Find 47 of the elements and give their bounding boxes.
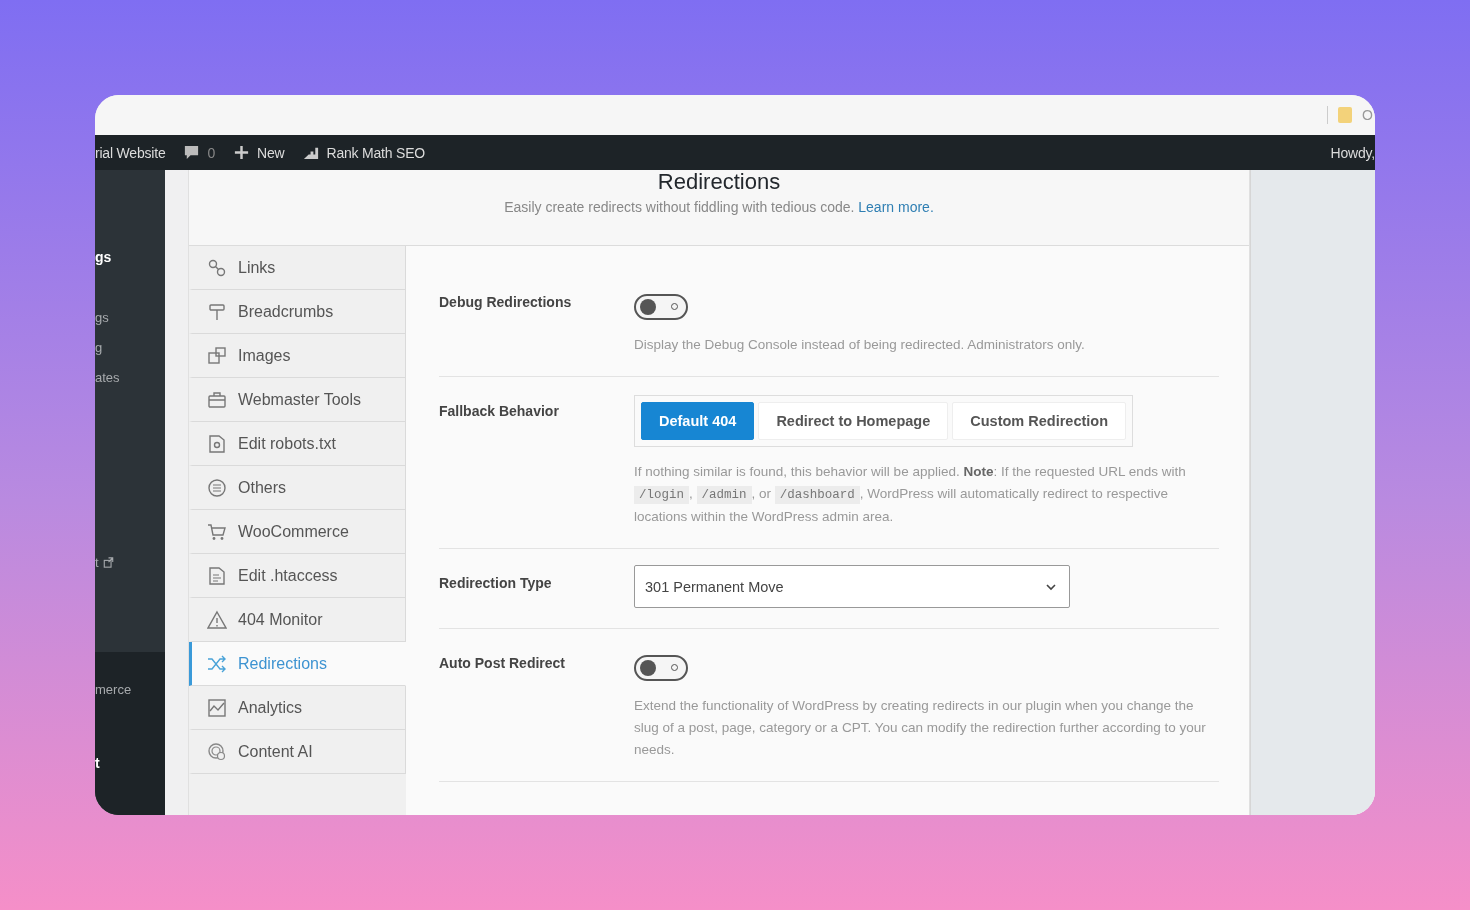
images-icon [207, 345, 227, 366]
learn-more-link[interactable]: Learn more. [858, 199, 934, 215]
toggle-switch[interactable] [634, 655, 688, 681]
warning-icon [207, 609, 227, 630]
setting-label: Redirection Type [439, 575, 553, 593]
cart-icon [207, 521, 227, 542]
select-dropdown[interactable]: 301 Permanent Move [634, 565, 1070, 608]
admin-menu-item[interactable]: ates [95, 362, 165, 392]
toggle-switch[interactable] [634, 294, 688, 320]
admin-menu-item[interactable]: t [95, 547, 165, 577]
option-button[interactable]: Default 404 [641, 402, 755, 440]
option-button[interactable]: Redirect to Homepage [758, 402, 949, 440]
admin-bar-label[interactable]: Rank Math SEO [326, 144, 426, 161]
admin-menu-item[interactable]: g [95, 332, 165, 362]
admin-menu-item[interactable]: gs [95, 302, 165, 332]
external-link-icon [102, 556, 114, 568]
analytics-icon [207, 697, 227, 718]
settings-tab[interactable]: Analytics [189, 686, 406, 730]
setting-label: Debug Redirections [439, 294, 573, 312]
signpost-icon [207, 301, 227, 322]
link-icon [207, 257, 227, 278]
admin-menu-item[interactable]: t [95, 748, 165, 778]
admin-menu-item[interactable]: gs [95, 242, 165, 272]
site-name[interactable]: rial Website [95, 144, 166, 161]
page-subtitle: Easily create redirects without fiddling with tedious code. Learn more. [504, 199, 934, 215]
setting-label: Auto Post Redirect [439, 655, 566, 673]
comment-count[interactable]: 0 [207, 144, 216, 161]
settings-tab[interactable]: Webmaster Tools [189, 378, 406, 422]
settings-tab[interactable]: Edit .htaccess [189, 554, 406, 598]
setting-description: Display the Debug Console instead of being redirected. Administrators only. [634, 336, 1086, 354]
shuffle-icon [207, 653, 227, 674]
admin-bar-label[interactable]: New [257, 144, 285, 161]
document-icon [207, 565, 227, 586]
greeting-text[interactable]: Howdy, [1330, 144, 1375, 161]
comment-icon [183, 144, 201, 161]
admin-menu-item[interactable]: merce [95, 674, 165, 704]
setting-label: Fallback Behavior [439, 403, 560, 421]
plus-icon [233, 144, 251, 161]
setting-description: If nothing similar is found, this behavior will be applied. Note: If the requested URL ends with /login , /admin , or /dashboard , WordPress will automatically redirect to respective locations within the WordPress admin area. [634, 463, 1187, 526]
briefcase-icon [207, 389, 227, 410]
setting-description: Extend the functionality of WordPress by creating redirects in our plugin when you change the slug of a post, page, category or a CPT. You can modify the redirection further according to your needs. [634, 697, 1207, 759]
fingerprint-icon [207, 741, 227, 762]
page-title: Redirections [657, 171, 781, 193]
file-icon [207, 433, 227, 454]
settings-tab[interactable]: Images [189, 334, 406, 378]
option-button[interactable]: Custom Redirection [952, 402, 1127, 440]
list-circle-icon [207, 477, 227, 498]
